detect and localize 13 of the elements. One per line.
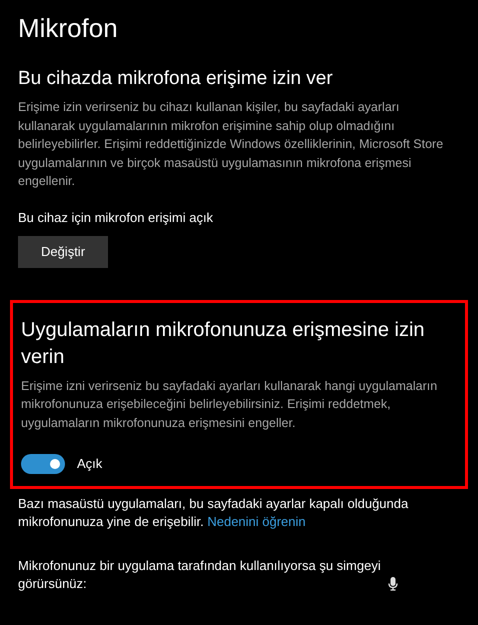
change-button[interactable]: Değiştir (18, 236, 108, 268)
section-description: Erişime izin verirseniz bu cihazı kullanan kişiler, bu sayfadaki ayarları kullanarak uygulamalarının mikrofon erişimine sahip olup olmadığını belirleyebilirler. Erişimi reddettiğinizde Windows özelliklerinin, Microsoft Store uygulamalarının ve birçok masaüstü uygulamasının mikrofona erişmesi engellenir. (18, 99, 444, 190)
page-title: Mikrofon (18, 12, 119, 45)
note-text: Bazı masaüstü uygulamaları, bu sayfadaki ayarlar kapalı olduğunda mikrofonunuza yine de erişebilir. Nedenini öğrenin (18, 495, 410, 531)
toggle-switch[interactable] (21, 454, 65, 474)
icon-note-text: Mikrofonunuz bir uygulama tarafından kullanılıyorsa şu simgeyi görürsünüz: (18, 557, 382, 593)
toggle-label: Açık (77, 455, 102, 474)
status-text: Bu cihaz için mikrofon erişimi açık (18, 208, 214, 226)
learn-why-link[interactable]: Nedenini öğrenin (207, 514, 306, 529)
section-description: Erişime izni verirseniz bu sayfadaki ayarları kullanarak hangi uygulamaların mikrofonunuza erişebileceğini belirleyebilirsiniz. Erişimi reddetmek, uygulamaların mikrofonunuza erişmesini engeller. (21, 378, 438, 432)
microphone-icon (388, 577, 398, 591)
section-heading: Bu cihazda mikrofona erişime izin ver (18, 67, 334, 91)
section-heading: Uygulamaların mikrofonunuza erişmesine izin verin (21, 318, 426, 370)
